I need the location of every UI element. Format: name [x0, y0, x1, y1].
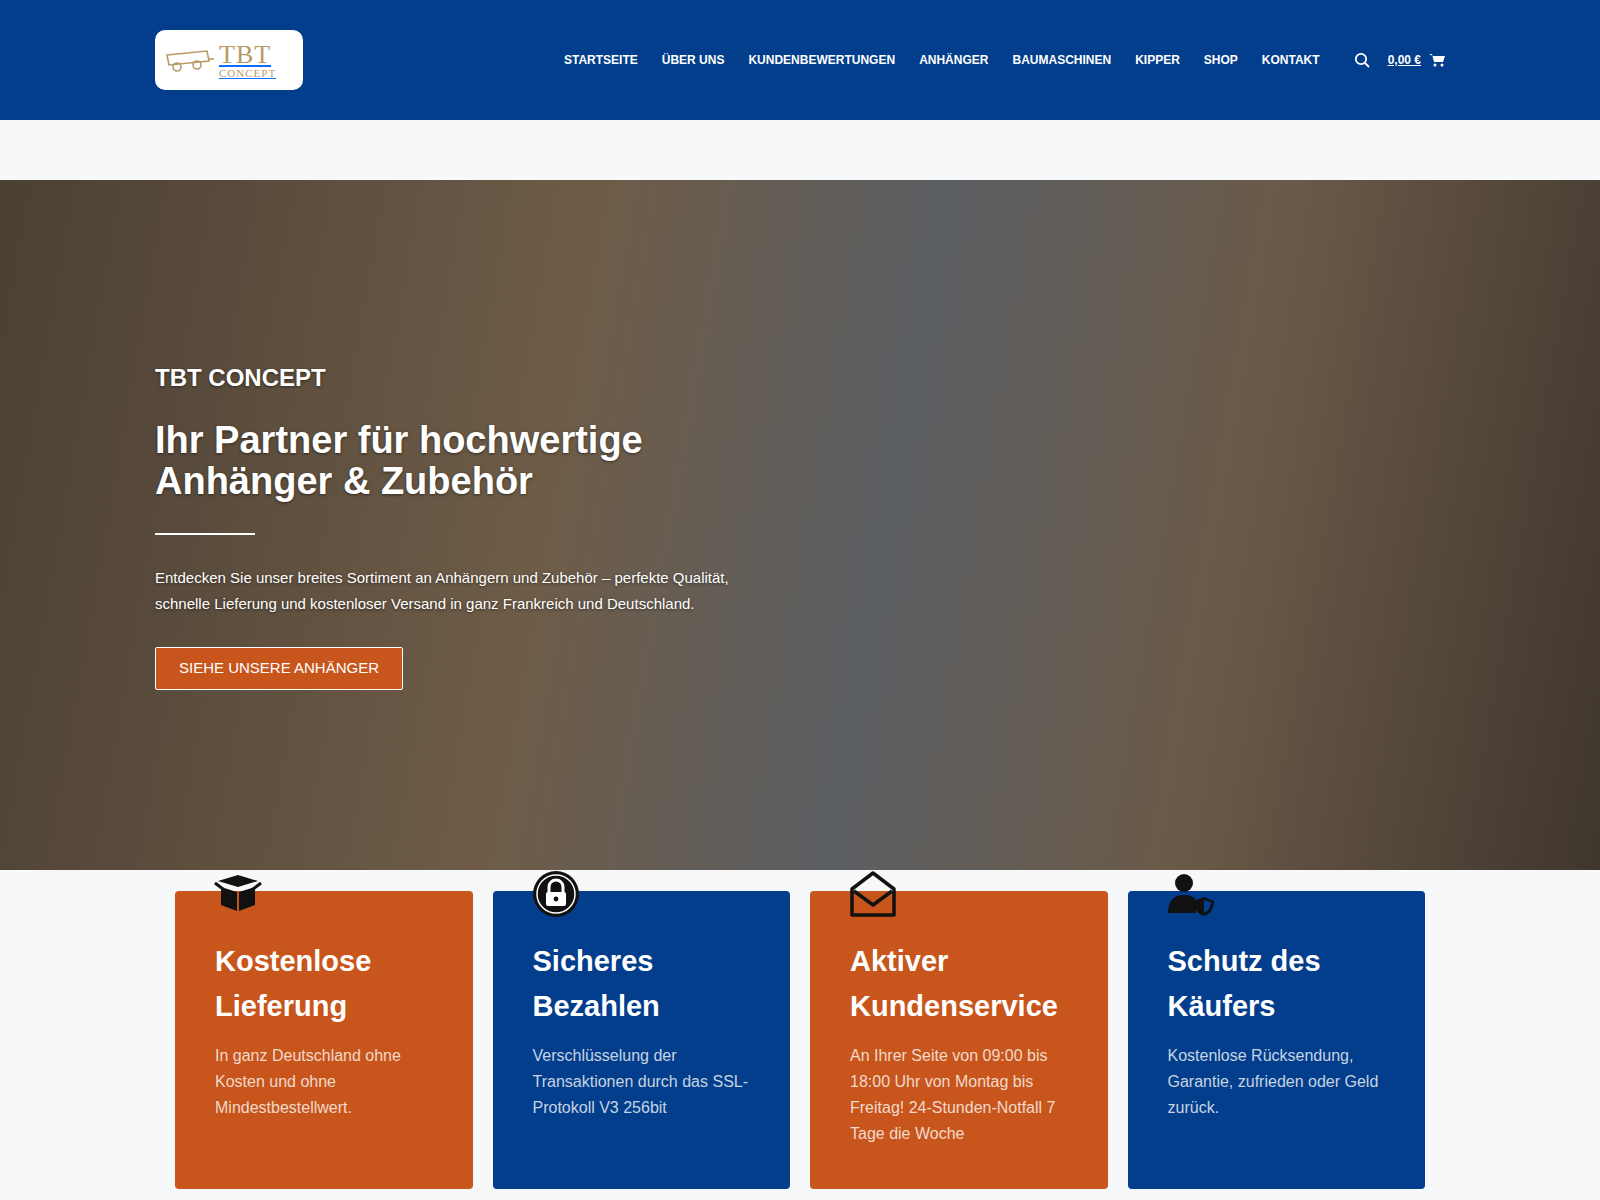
nav-item[interactable]: KUNDENBEWERTUNGEN — [748, 51, 895, 69]
nav-item[interactable]: KIPPER — [1135, 51, 1180, 69]
logo-text: TBTCONCEPT — [219, 42, 276, 79]
feature-text: Kostenlose Rücksendung, Garantie, zufrie… — [1168, 1043, 1388, 1121]
nav-item[interactable]: ANHÄNGER — [919, 51, 988, 69]
hero-eyebrow: TBT CONCEPT — [155, 360, 1445, 396]
hero-title-line: Ihr Partner für hochwertige — [155, 420, 1445, 460]
feature-text: Verschlüsselung der Transaktionen durch … — [533, 1043, 753, 1121]
feature-title: Schutz des Käufers — [1168, 939, 1388, 1029]
nav-item[interactable]: ÜBER UNS — [662, 51, 725, 69]
hero: TBT CONCEPT Ihr Partner für hochwertigeAn… — [0, 180, 1600, 870]
main-nav: STARTSEITE ÜBER UNS KUNDENBEWERTUNGEN ANHÄN… — [564, 51, 1320, 69]
hero-title-line: Anhänger & Zubehör — [155, 461, 1445, 501]
nav-item[interactable]: SHOP — [1204, 51, 1238, 69]
logo[interactable]: TBTCONCEPT — [155, 30, 303, 90]
header-right: STARTSEITE ÜBER UNS KUNDENBEWERTUNGEN ANHÄN… — [564, 51, 1445, 69]
feature-card: Kostenlose Lieferung In ganz Deutschland … — [175, 891, 473, 1189]
feature-title: Sicheres Bezahlen — [533, 939, 753, 1029]
hero-content: TBT CONCEPT Ihr Partner für hochwertigeAn… — [155, 360, 1445, 689]
features: Kostenlose Lieferung In ganz Deutschland … — [175, 891, 1425, 1189]
logo-sub: CONCEPT — [219, 68, 276, 79]
feature-text: In ganz Deutschland ohne Kosten und ohne… — [215, 1043, 435, 1121]
logo-main: TBT — [219, 42, 276, 68]
feature-title: Kostenlose Lieferung — [215, 939, 435, 1029]
feature-text: An Ihrer Seite von 09:00 bis 18:00 Uhr v… — [850, 1043, 1070, 1147]
user-shield-icon — [1166, 869, 1216, 919]
feature-card: Schutz des Käufers Kostenlose Rücksendung… — [1128, 891, 1426, 1189]
hero-button[interactable]: SIEHE UNSERE ANHÄNGER — [155, 647, 403, 690]
box-icon — [213, 869, 263, 919]
nav-item[interactable]: KONTAKT — [1262, 51, 1320, 69]
envelope-icon — [848, 869, 898, 919]
feature-title: Aktiver Kundenservice — [850, 939, 1070, 1029]
header-bar: TBTCONCEPT STARTSEITE ÜBER UNS KUNDENBEWERT… — [155, 0, 1445, 120]
cart-icon — [1429, 53, 1445, 67]
nav-item[interactable]: BAUMASCHINEN — [1012, 51, 1111, 69]
lock-icon — [531, 869, 581, 919]
feature-card: Aktiver Kundenservice An Ihrer Seite von … — [810, 891, 1108, 1189]
cart-total: 0,00 € — [1388, 51, 1421, 69]
cart[interactable]: 0,00 € — [1388, 51, 1445, 69]
trailer-icon — [163, 45, 215, 75]
feature-card: Sicheres Bezahlen Verschlüsselung der Tra… — [493, 891, 791, 1189]
site-header: TBTCONCEPT STARTSEITE ÜBER UNS KUNDENBEWERT… — [0, 0, 1600, 120]
hero-title: Ihr Partner für hochwertigeAnhänger & Zu… — [155, 420, 1445, 501]
spacer-strip — [0, 120, 1600, 180]
hero-text: Entdecken Sie unser breites Sortiment an… — [155, 565, 775, 617]
search-icon[interactable] — [1354, 52, 1370, 68]
nav-item[interactable]: STARTSEITE — [564, 51, 638, 69]
hero-divider — [155, 533, 255, 535]
